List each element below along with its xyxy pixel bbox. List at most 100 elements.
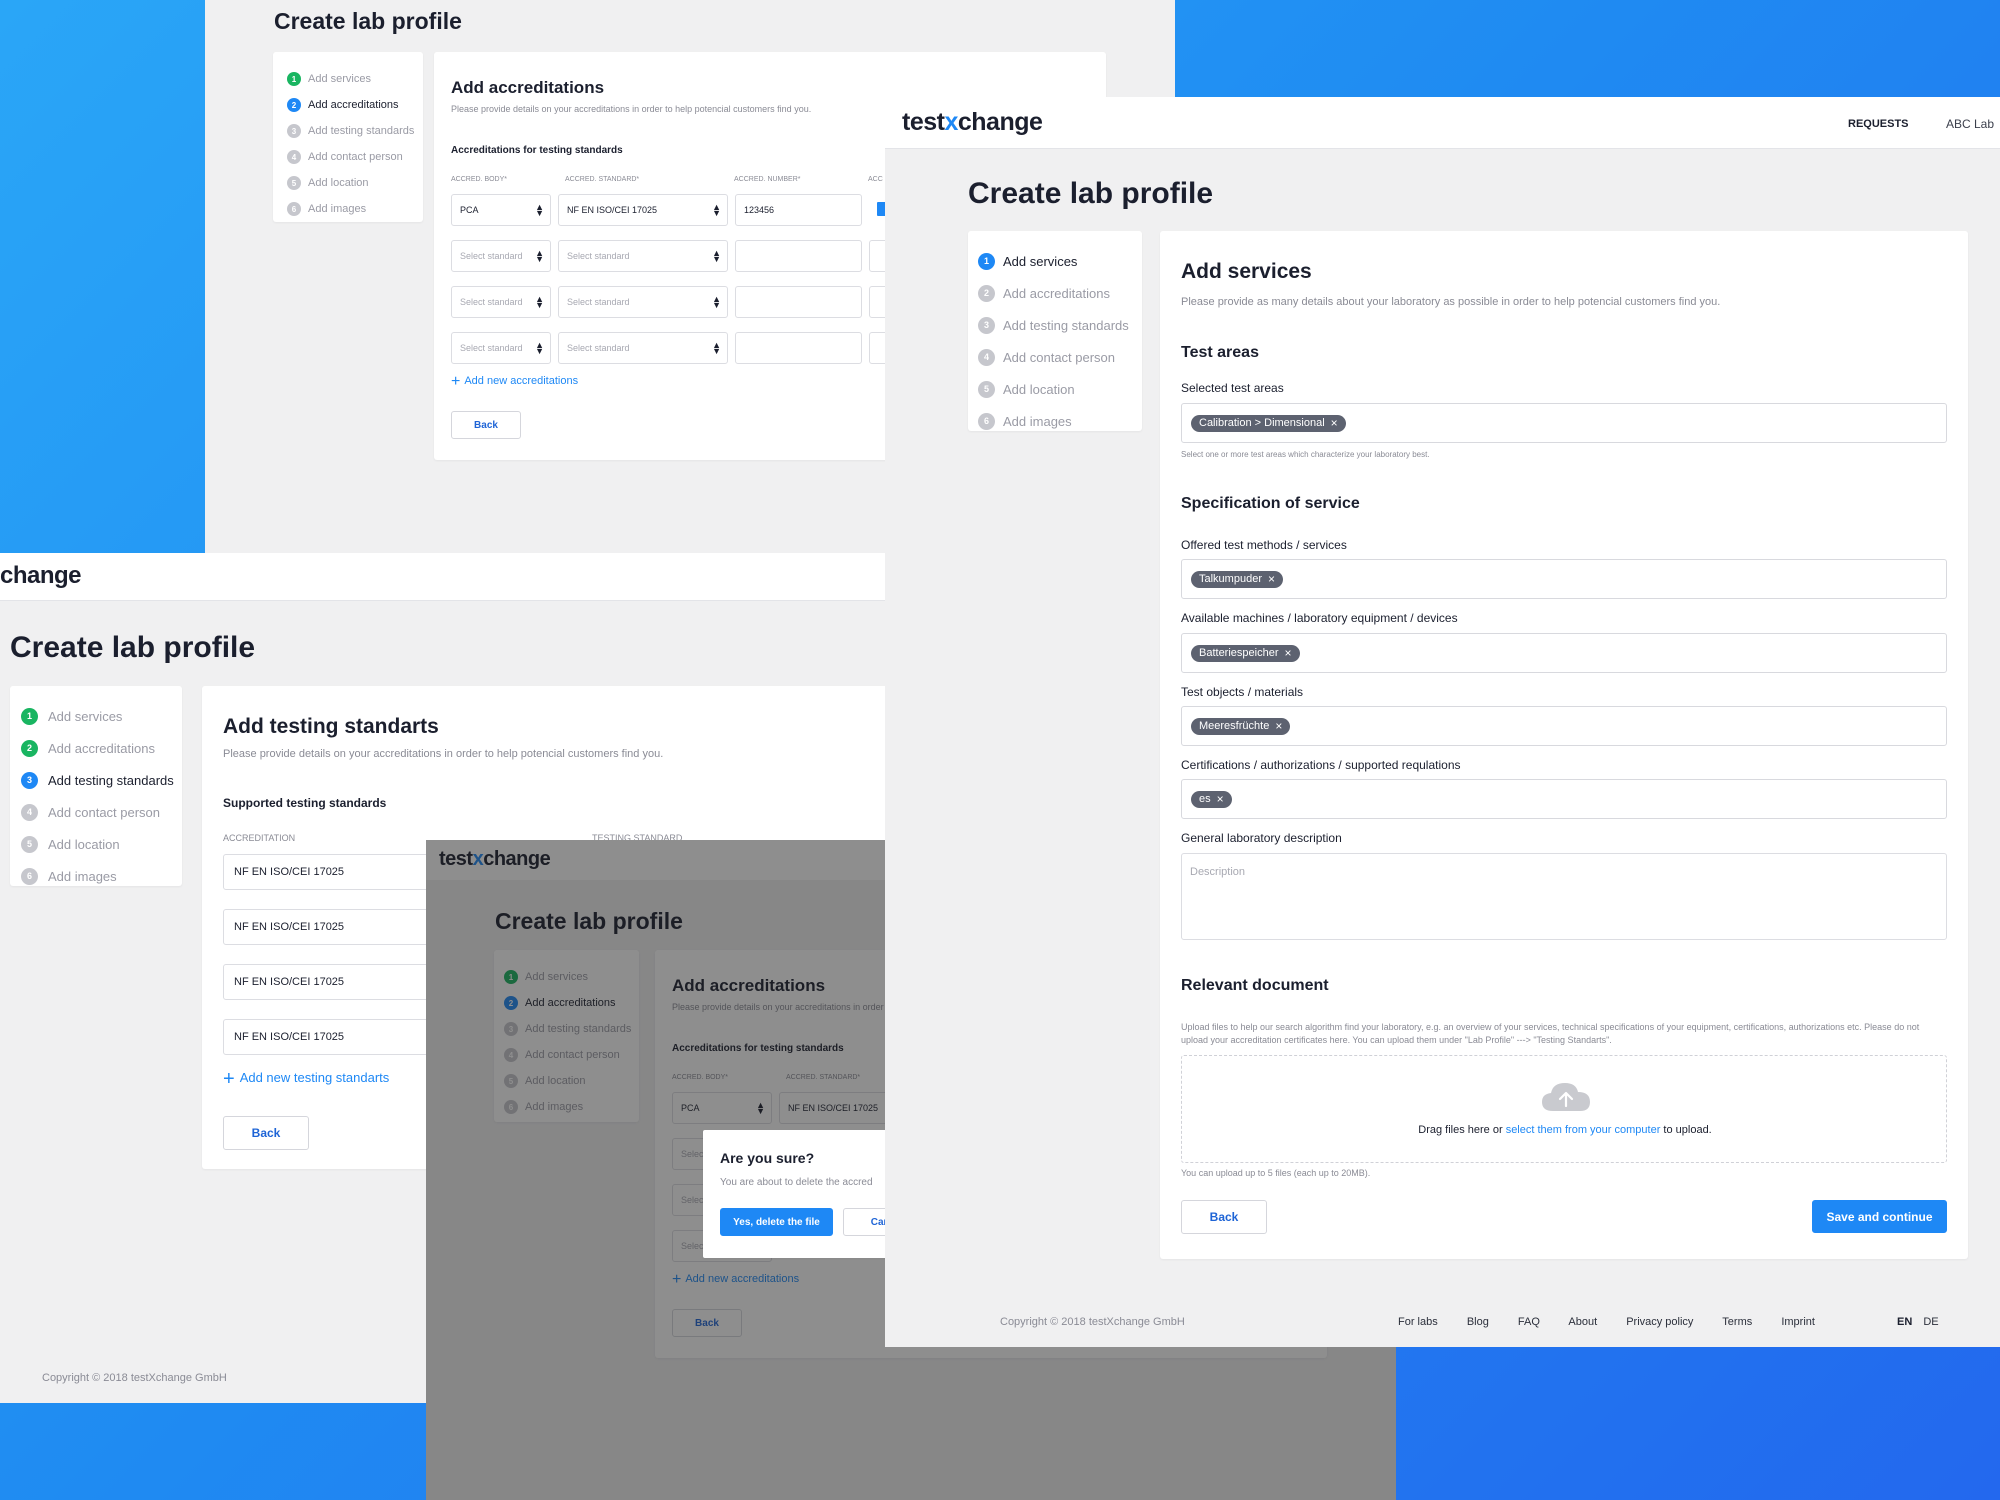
- accred-standard-select-empty[interactable]: Select standard ▲ ▼: [558, 332, 728, 364]
- confirm-delete-button[interactable]: Yes, delete the file: [720, 1208, 833, 1236]
- description-label: General laboratory description: [1181, 831, 1342, 845]
- footer-link-blog[interactable]: Blog: [1467, 1316, 1489, 1328]
- footer-link-imprint[interactable]: Imprint: [1781, 1316, 1815, 1328]
- logo[interactable]: change: [0, 562, 82, 590]
- accred-body-select[interactable]: PCA▲▼: [451, 194, 551, 226]
- page-title: Create lab profile: [10, 631, 256, 664]
- accred-number-input-empty[interactable]: [735, 286, 862, 318]
- accred-standard-select-empty[interactable]: Select standard ▲ ▼: [558, 286, 728, 318]
- accred-body-select-empty[interactable]: Select standard ▲ ▼: [451, 240, 551, 272]
- col-accred-extra: ACC: [868, 176, 883, 183]
- page-title: Create lab profile: [968, 177, 1214, 210]
- step-add-location[interactable]: 5Add location: [21, 828, 182, 860]
- upload-limit: You can upload up to 5 files (each up to…: [1181, 1168, 1371, 1178]
- selected-test-areas-field[interactable]: Calibration > Dimensional ×: [1181, 403, 1947, 443]
- step-add-images[interactable]: 6Add images: [21, 860, 182, 892]
- step-add-accreditations[interactable]: 2Add accreditations: [287, 92, 423, 118]
- accred-number-input-empty[interactable]: [735, 332, 862, 364]
- methods-field-wrap: Talkumpuder ×: [1181, 559, 1947, 599]
- nav-account[interactable]: ABC Lab: [1946, 117, 1994, 131]
- col-accred-standard: ACCRED. STANDARD*: [565, 176, 640, 183]
- methods-label: Offered test methods / services: [1181, 538, 1347, 552]
- accred-standard-select-empty[interactable]: Select standard ▲ ▼: [558, 240, 728, 272]
- back-button[interactable]: Back: [451, 411, 521, 439]
- step-add-location[interactable]: 5Add location: [287, 170, 423, 196]
- footer-link-privacy[interactable]: Privacy policy: [1626, 1316, 1693, 1328]
- lang-de[interactable]: DE: [1923, 1316, 1938, 1328]
- step-add-accreditations[interactable]: 2Add accreditations: [978, 277, 1142, 309]
- tag-chip: Meeresfrüchte ×: [1191, 717, 1291, 735]
- col-accred-number: ACCRED. NUMBER*: [734, 176, 801, 183]
- methods-field[interactable]: Talkumpuder ×: [1181, 559, 1947, 599]
- dropzone-text: Drag files here or select them from your…: [1418, 1124, 1712, 1136]
- accred-number-input-empty[interactable]: [735, 240, 862, 272]
- step-add-contact-person[interactable]: 4Add contact person: [978, 341, 1142, 373]
- accred-standard-select[interactable]: NF EN ISO/CEI 17025▲▼: [558, 194, 728, 226]
- file-dropzone[interactable]: Drag files here or select them from your…: [1181, 1055, 1947, 1163]
- tag-chip: es ×: [1191, 790, 1232, 808]
- select-arrows-icon: ▲▼: [535, 340, 544, 356]
- footer-link-about[interactable]: About: [1568, 1316, 1597, 1328]
- certs-label: Certifications / authorizations / suppor…: [1181, 758, 1461, 772]
- add-new-testing-standarts-link[interactable]: + Add new testing standarts: [223, 1068, 389, 1091]
- description-textarea[interactable]: Description: [1181, 853, 1947, 940]
- back-button[interactable]: Back: [1181, 1200, 1267, 1234]
- machines-field[interactable]: Batteriespeicher ×: [1181, 633, 1947, 673]
- certs-field[interactable]: es ×: [1181, 779, 1947, 819]
- section-heading: Accreditations for testing standards: [451, 145, 623, 156]
- add-services-card: Add services Please provide as many deta…: [1160, 231, 1968, 1259]
- select-arrows-icon: ▲▼: [535, 202, 544, 218]
- dialog-text: You are about to delete the accred: [720, 1177, 873, 1188]
- step-add-services[interactable]: 1Add services: [978, 245, 1142, 277]
- card-title: Add accreditations: [451, 78, 605, 97]
- step-add-images[interactable]: 6Add images: [978, 405, 1142, 437]
- select-arrows-icon: ▲▼: [712, 248, 721, 264]
- logo[interactable]: testxchange: [902, 108, 1043, 137]
- lang-en[interactable]: EN: [1897, 1316, 1912, 1328]
- objects-field-wrap: Meeresfrüchte ×: [1181, 706, 1947, 746]
- back-button[interactable]: Back: [223, 1116, 309, 1150]
- remove-tag-icon[interactable]: ×: [1285, 646, 1292, 660]
- step-add-services[interactable]: 1Add services: [21, 700, 182, 732]
- step-add-testing-standards[interactable]: 3Add testing standards: [978, 309, 1142, 341]
- language-switch: EN DE: [1897, 1316, 1939, 1328]
- cloud-upload-icon: [1540, 1080, 1592, 1112]
- steps-sidebar: 1Add services 2Add accreditations 3Add t…: [273, 52, 423, 222]
- spec-heading: Specification of service: [1181, 495, 1360, 512]
- test-areas-heading: Test areas: [1181, 344, 1259, 361]
- test-areas-hint: Select one or more test areas which char…: [1181, 450, 1430, 459]
- accred-body-select-empty[interactable]: Select standard ▲ ▼: [451, 332, 551, 364]
- footer-link-for-labs[interactable]: For labs: [1398, 1316, 1438, 1328]
- col-accreditation: ACCREDITATION: [223, 833, 296, 843]
- step-add-contact-person[interactable]: 4Add contact person: [21, 796, 182, 828]
- card-title: Add testing standarts: [223, 715, 439, 738]
- save-and-continue-button[interactable]: Save and continue: [1812, 1200, 1947, 1233]
- accred-number-input[interactable]: 123456: [735, 194, 862, 226]
- step-add-images[interactable]: 6Add images: [287, 196, 423, 222]
- card-subtitle: Please provide details on your accredita…: [451, 104, 812, 114]
- footer-link-faq[interactable]: FAQ: [1518, 1316, 1540, 1328]
- copyright: Copyright © 2018 testXchange GmbH: [42, 1372, 227, 1384]
- remove-tag-icon[interactable]: ×: [1331, 416, 1338, 430]
- tag-chip: Batteriespeicher ×: [1191, 644, 1300, 662]
- remove-tag-icon[interactable]: ×: [1268, 572, 1275, 586]
- step-add-testing-standards[interactable]: 3Add testing standards: [21, 764, 182, 796]
- doc-heading: Relevant document: [1181, 977, 1329, 994]
- step-add-location[interactable]: 5Add location: [978, 373, 1142, 405]
- step-add-contact-person[interactable]: 4Add contact person: [287, 144, 423, 170]
- steps-sidebar: 1Add services 2Add accreditations 3Add t…: [10, 686, 182, 886]
- nav-requests[interactable]: REQUESTS: [1848, 118, 1909, 130]
- objects-field[interactable]: Meeresfrüchte ×: [1181, 706, 1947, 746]
- step-add-testing-standards[interactable]: 3Add testing standards: [287, 118, 423, 144]
- footer-link-terms[interactable]: Terms: [1722, 1316, 1752, 1328]
- step-add-accreditations[interactable]: 2Add accreditations: [21, 732, 182, 764]
- top-bar: testxchange REQUESTS ABC Lab: [885, 97, 2000, 149]
- remove-tag-icon[interactable]: ×: [1217, 792, 1224, 806]
- remove-tag-icon[interactable]: ×: [1275, 719, 1282, 733]
- accred-body-select-empty[interactable]: Select standard ▲ ▼: [451, 286, 551, 318]
- select-files-link[interactable]: select them from your computer: [1506, 1124, 1661, 1136]
- col-accred-body: ACCRED. BODY*: [451, 176, 508, 183]
- step-add-services[interactable]: 1Add services: [287, 66, 423, 92]
- select-arrows-icon: ▲▼: [712, 202, 721, 218]
- add-new-accreditations-link[interactable]: +Add new accreditations: [451, 373, 578, 391]
